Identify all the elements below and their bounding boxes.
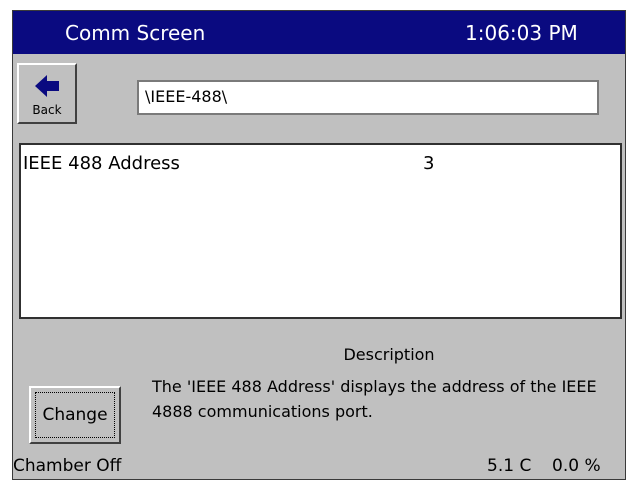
clock: 1:06:03 PM — [465, 21, 578, 45]
back-button[interactable]: Back — [17, 63, 77, 124]
back-button-label: Back — [32, 103, 62, 117]
description-heading: Description — [343, 345, 435, 364]
percent-readout: 0.0 % — [552, 456, 601, 476]
left-arrow-icon — [35, 75, 59, 97]
setting-name: IEEE 488 Address — [23, 153, 180, 174]
temperature-readout: 5.1 C — [487, 456, 532, 476]
description-text: The 'IEEE 488 Address' displays the addr… — [152, 377, 597, 421]
title-bar: Comm Screen 1:06:03 PM — [13, 11, 625, 54]
screen-title: Comm Screen — [65, 21, 206, 45]
chamber-status: Chamber Off — [13, 456, 122, 476]
list-item-ieee-488-address[interactable]: IEEE 488 Address 3 — [21, 145, 620, 179]
comm-screen: Comm Screen 1:06:03 PM Back \IEEE-488\ I… — [12, 10, 626, 480]
setting-value: 3 — [423, 153, 435, 174]
settings-list: IEEE 488 Address 3 — [19, 143, 622, 319]
change-button[interactable]: Change — [29, 386, 121, 444]
change-button-label: Change — [35, 392, 115, 438]
path-field[interactable]: \IEEE-488\ — [137, 80, 599, 115]
